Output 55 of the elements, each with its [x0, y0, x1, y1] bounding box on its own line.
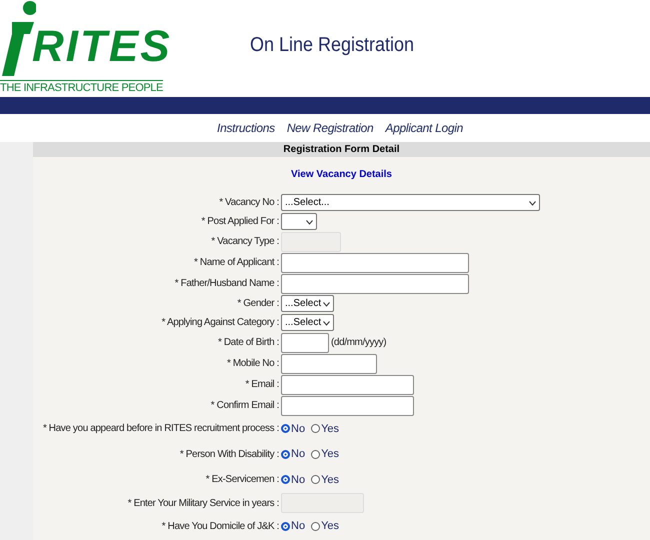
field-label: * Ex-Servicemen : — [204, 474, 279, 486]
field-label: * Enter Your Military Service in years : — [126, 498, 279, 508]
dropdown[interactable]: ...Select — [281, 295, 334, 312]
caret-icon — [323, 302, 330, 306]
radio-button[interactable] — [281, 424, 290, 434]
caret-icon — [306, 220, 313, 224]
field-label: * Have You Domicile of J&K : — [160, 520, 279, 532]
nav-link[interactable]: Applicant Login — [385, 121, 463, 135]
field-label: * Father/Husband Name : — [174, 278, 279, 289]
radio-option[interactable]: No — [281, 422, 306, 435]
radio-button[interactable] — [281, 450, 290, 459]
field-label: * Date of Birth : — [216, 337, 279, 348]
input-field[interactable] — [281, 354, 377, 374]
radio-button[interactable] — [311, 522, 320, 531]
input-field[interactable] — [281, 374, 414, 394]
field-label: * Vacancy No : — [218, 197, 279, 208]
radio-option[interactable]: Yes — [311, 474, 340, 486]
vacancy-details-link[interactable]: View Vacancy Details — [291, 169, 392, 180]
dropdown[interactable]: ...Select — [281, 314, 334, 331]
field-label: * Name of Applicant : — [193, 257, 279, 268]
input-field[interactable] — [281, 274, 469, 294]
field-label: * Mobile No : — [226, 358, 279, 369]
field-label: * Applying Against Category : — [160, 317, 279, 328]
field-label: * Post Applied For : — [200, 216, 279, 227]
nav-link[interactable]: New Registration — [286, 121, 374, 135]
caret-icon — [323, 320, 330, 326]
radio-button[interactable] — [311, 475, 320, 484]
page-title: On Line Registration — [248, 33, 416, 57]
section-header: Registration Form Detail — [33, 142, 650, 157]
nav-link[interactable]: Instructions — [217, 121, 275, 135]
input-field[interactable] — [281, 252, 469, 272]
format-hint: (dd/mm/yyyy) — [331, 337, 386, 348]
logo-text: RITES — [32, 22, 172, 72]
radio-button[interactable] — [311, 450, 320, 459]
radio-option[interactable]: Yes — [311, 422, 340, 435]
input-field[interactable] — [281, 332, 329, 352]
field-label: * Email : — [244, 379, 279, 390]
radio-option[interactable]: No — [281, 520, 306, 532]
radio-button[interactable] — [281, 522, 290, 531]
field-label: * Confirm Email : — [210, 400, 279, 411]
radio-button[interactable] — [311, 424, 320, 434]
caret-icon — [529, 200, 536, 206]
radio-option[interactable]: No — [281, 448, 306, 460]
dropdown[interactable] — [281, 213, 317, 230]
field-label: * Person With Disability : — [178, 448, 279, 460]
field-label: * Have you appeard before in RITES recruitment process : — [42, 423, 279, 434]
logo-tagline: THE INFRASTRUCTURE PEOPLE — [0, 80, 163, 95]
input-field[interactable] — [281, 396, 414, 416]
radio-button[interactable] — [281, 475, 290, 484]
radio-option[interactable]: Yes — [311, 520, 340, 532]
field-label: * Gender : — [236, 298, 279, 309]
radio-option[interactable]: No — [281, 474, 306, 486]
dropdown[interactable]: ...Select... — [281, 194, 540, 211]
field-label: * Vacancy Type : — [210, 236, 279, 247]
radio-option[interactable]: Yes — [311, 448, 340, 460]
